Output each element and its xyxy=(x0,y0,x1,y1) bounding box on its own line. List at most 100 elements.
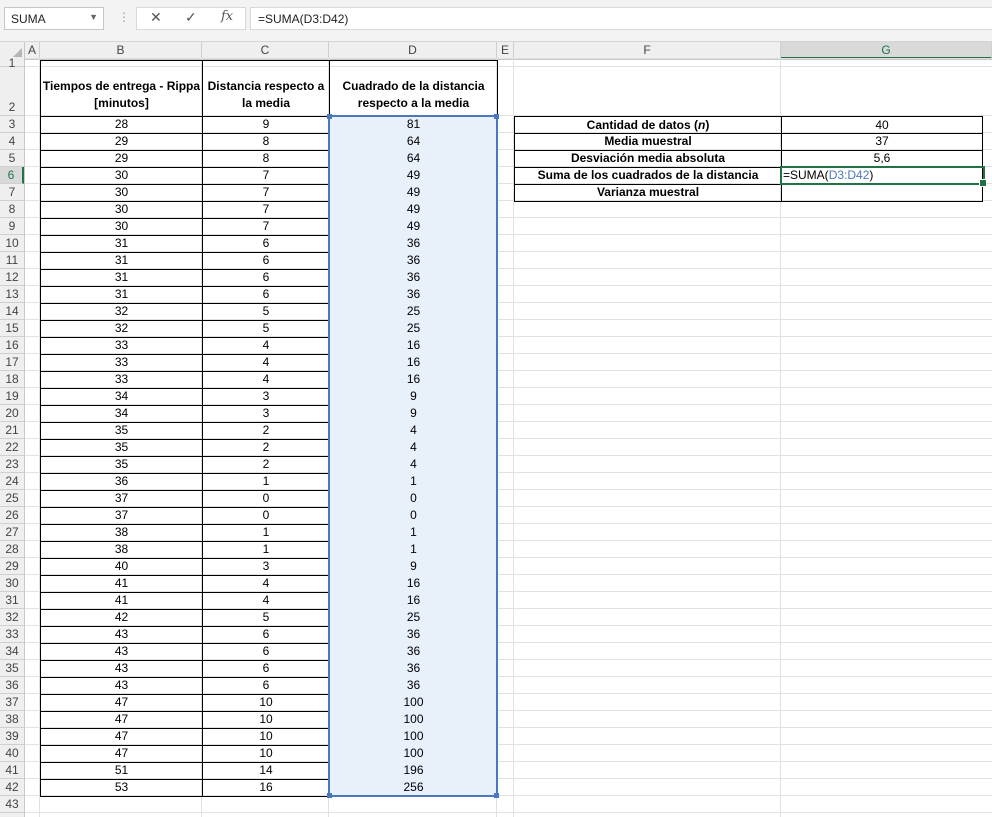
row-header[interactable]: 33 xyxy=(0,626,24,643)
table-cell[interactable]: 32 xyxy=(40,303,203,321)
table-cell[interactable]: 36 xyxy=(329,252,498,270)
summary-value[interactable] xyxy=(781,184,983,202)
table-cell[interactable]: 36 xyxy=(329,626,498,644)
name-box[interactable]: SUMA ▼ xyxy=(4,7,104,30)
table-cell[interactable]: 0 xyxy=(202,507,330,525)
table-cell[interactable]: 29 xyxy=(40,133,203,151)
row-header[interactable]: 13 xyxy=(0,286,24,303)
table-cell[interactable]: 16 xyxy=(329,371,498,389)
row-header[interactable]: 4 xyxy=(0,133,24,150)
row-header[interactable]: 32 xyxy=(0,609,24,626)
table-cell[interactable]: 2 xyxy=(202,439,330,457)
table-cell[interactable]: 31 xyxy=(40,286,203,304)
table-cell[interactable]: 43 xyxy=(40,643,203,661)
table-cell[interactable]: 10 xyxy=(202,711,330,729)
drag-handle-icon[interactable]: ⋮ xyxy=(118,10,130,24)
table-cell[interactable]: 36 xyxy=(329,677,498,695)
table-cell[interactable]: 7 xyxy=(202,201,330,219)
row-header[interactable]: 25 xyxy=(0,490,24,507)
row-header[interactable]: 11 xyxy=(0,252,24,269)
table-cell[interactable]: 4 xyxy=(202,354,330,372)
table-cell[interactable]: 4 xyxy=(202,575,330,593)
table-cell[interactable]: 4 xyxy=(202,371,330,389)
table-cell[interactable]: 33 xyxy=(40,337,203,355)
row-header[interactable]: 39 xyxy=(0,728,24,745)
table-cell[interactable]: 4 xyxy=(202,592,330,610)
row-header[interactable]: 34 xyxy=(0,643,24,660)
table-cell[interactable]: 49 xyxy=(329,201,498,219)
table-cell[interactable]: 81 xyxy=(329,116,498,134)
table-cell[interactable]: 36 xyxy=(329,660,498,678)
table-cell[interactable]: 6 xyxy=(202,252,330,270)
table-cell[interactable]: 16 xyxy=(202,779,330,797)
table-cell[interactable]: 5 xyxy=(202,320,330,338)
table-cell[interactable]: 31 xyxy=(40,269,203,287)
table-cell[interactable]: 47 xyxy=(40,694,203,712)
table-cell[interactable]: 33 xyxy=(40,354,203,372)
row-header[interactable]: 12 xyxy=(0,269,24,286)
table-cell[interactable]: 33 xyxy=(40,371,203,389)
row-header[interactable]: 18 xyxy=(0,371,24,388)
row-header[interactable]: 7 xyxy=(0,184,24,201)
table-cell[interactable]: 47 xyxy=(40,728,203,746)
cell-edit-text[interactable]: =SUMA(D3:D42) xyxy=(783,167,973,184)
table-cell[interactable]: 8 xyxy=(202,150,330,168)
table-cell[interactable]: 31 xyxy=(40,252,203,270)
row-header[interactable]: 10 xyxy=(0,235,24,252)
row-header[interactable]: 2 xyxy=(0,67,24,116)
column-header[interactable]: A xyxy=(25,42,40,59)
row-header[interactable]: 16 xyxy=(0,337,24,354)
table-cell[interactable]: 53 xyxy=(40,779,203,797)
table-cell[interactable]: 3 xyxy=(202,405,330,423)
table-cell[interactable]: 14 xyxy=(202,762,330,780)
table-cell[interactable]: 6 xyxy=(202,660,330,678)
table-cell[interactable]: 30 xyxy=(40,201,203,219)
table-cell[interactable]: 4 xyxy=(329,422,498,440)
row-header[interactable]: 43 xyxy=(0,796,24,813)
table-cell[interactable]: 8 xyxy=(202,133,330,151)
table-cell[interactable]: 3 xyxy=(202,558,330,576)
table-cell[interactable]: 1 xyxy=(202,473,330,491)
row-header[interactable]: 42 xyxy=(0,779,24,796)
row-header[interactable]: 35 xyxy=(0,660,24,677)
table-cell[interactable]: 43 xyxy=(40,626,203,644)
row-header[interactable]: 38 xyxy=(0,711,24,728)
table-cell[interactable]: 6 xyxy=(202,269,330,287)
row-header[interactable]: 20 xyxy=(0,405,24,422)
table-cell[interactable]: 1 xyxy=(202,524,330,542)
row-header[interactable]: 23 xyxy=(0,456,24,473)
table-cell[interactable]: 41 xyxy=(40,575,203,593)
table-cell[interactable]: 49 xyxy=(329,184,498,202)
table-cell[interactable]: 43 xyxy=(40,660,203,678)
table-cell[interactable]: 38 xyxy=(40,541,203,559)
table-cell[interactable]: 9 xyxy=(329,405,498,423)
row-header[interactable]: 5 xyxy=(0,150,24,167)
table-cell[interactable]: 2 xyxy=(202,456,330,474)
row-header[interactable]: 3 xyxy=(0,116,24,133)
column-header[interactable]: G xyxy=(781,42,992,59)
table-cell[interactable]: 35 xyxy=(40,439,203,457)
row-header[interactable]: 21 xyxy=(0,422,24,439)
column-header[interactable]: D xyxy=(329,42,497,59)
table-cell[interactable]: 1 xyxy=(329,473,498,491)
row-header[interactable]: 26 xyxy=(0,507,24,524)
table-cell[interactable]: 43 xyxy=(40,677,203,695)
table-cell[interactable]: 31 xyxy=(40,235,203,253)
table-cell[interactable]: 47 xyxy=(40,745,203,763)
table-cell[interactable]: 100 xyxy=(329,745,498,763)
table-cell[interactable]: 10 xyxy=(202,694,330,712)
row-header[interactable]: 30 xyxy=(0,575,24,592)
table-cell[interactable]: 4 xyxy=(202,337,330,355)
table-cell[interactable]: 2 xyxy=(202,422,330,440)
summary-value[interactable]: 37 xyxy=(781,133,983,151)
table-cell[interactable]: 1 xyxy=(329,541,498,559)
table-cell[interactable]: 7 xyxy=(202,167,330,185)
table-cell[interactable]: 29 xyxy=(40,150,203,168)
table-cell[interactable]: 47 xyxy=(40,711,203,729)
table-cell[interactable]: 100 xyxy=(329,728,498,746)
table-cell[interactable]: 25 xyxy=(329,303,498,321)
table-cell[interactable]: 36 xyxy=(329,235,498,253)
row-header[interactable]: 29 xyxy=(0,558,24,575)
table-cell[interactable]: 28 xyxy=(40,116,203,134)
column-header[interactable]: F xyxy=(514,42,781,59)
